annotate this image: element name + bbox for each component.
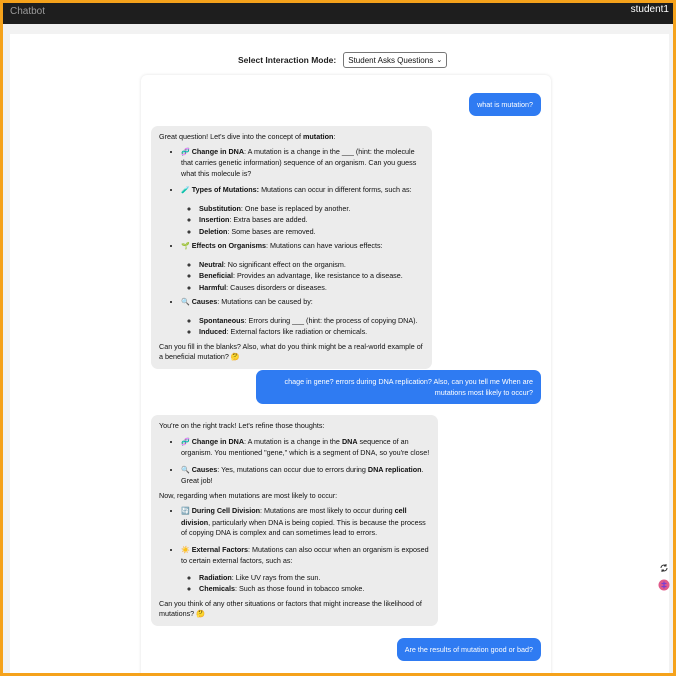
user-name[interactable]: student1 xyxy=(631,4,669,15)
sub-list: Substitution: One base is replaced by an… xyxy=(181,204,424,238)
list-item: Induced: External factors like radiation… xyxy=(199,327,424,338)
user-message-text: chage in gene? errors during DNA replica… xyxy=(284,377,533,397)
magnifier-icon: 🔍 xyxy=(181,299,190,306)
mode-select-value: Student Asks Questions xyxy=(348,55,434,65)
list-item: 🔍Causes: Yes, mutations can occur due to… xyxy=(181,465,430,487)
dna-icon: 🧬 xyxy=(181,438,190,446)
bot-message: Great question! Let's dive into the conc… xyxy=(151,126,432,369)
mode-label: Select Interaction Mode: xyxy=(238,55,337,65)
app-title: Chatbot xyxy=(10,6,46,17)
bot-message-intro: Great question! Let's dive into the conc… xyxy=(159,132,336,141)
sub-list: Spontaneous: Errors during ___ (hint: th… xyxy=(181,316,424,338)
list-item: Spontaneous: Errors during ___ (hint: th… xyxy=(199,316,424,327)
test-tube-icon: 🧪 xyxy=(181,187,190,194)
mode-select[interactable]: Student Asks Questions ⌄ xyxy=(343,52,448,68)
list-item: 🔄During Cell Division: Mutations are mos… xyxy=(181,506,430,539)
bot-list: 🧬Change in DNA: A mutation is a change i… xyxy=(159,437,430,487)
bot-message: You're on the right track! Let's refine … xyxy=(151,415,438,626)
list-item: 🌱Effects on Organisms: Mutations can hav… xyxy=(181,241,424,293)
list-item: 🧬Change in DNA: A mutation is a change i… xyxy=(181,147,424,180)
list-item: 🧪Types of Mutations: Mutations can occur… xyxy=(181,185,424,237)
chat-window[interactable]: what is mutation? Great question! Let's … xyxy=(141,75,551,673)
list-item: Beneficial: Provides an advantage, like … xyxy=(199,271,424,282)
bot-message-intro: You're on the right track! Let's refine … xyxy=(159,421,325,430)
list-item: ☀️External Factors: Mutations can also o… xyxy=(181,545,430,595)
top-bar: Chatbot student1 xyxy=(3,3,673,24)
brain-icon[interactable] xyxy=(658,579,670,591)
bot-message-outro: Can you think of any other situations or… xyxy=(159,598,422,619)
chevron-down-icon: ⌄ xyxy=(436,57,443,64)
bot-message-middle: Now, regarding when mutations are most l… xyxy=(159,490,338,500)
list-item: Radiation: Like UV rays from the sun. xyxy=(199,573,430,584)
magnifier-icon: 🔍 xyxy=(181,466,190,474)
refresh-ai-icon[interactable] xyxy=(658,563,670,575)
main-panel: Select Interaction Mode: Student Asks Qu… xyxy=(10,34,669,673)
sun-icon: ☀️ xyxy=(181,546,190,554)
sub-list: Neutral: No significant effect on the or… xyxy=(181,260,424,294)
user-message-text: Are the results of mutation good or bad? xyxy=(404,645,533,654)
user-message: Are the results of mutation good or bad? xyxy=(396,638,541,661)
list-item: Neutral: No significant effect on the or… xyxy=(199,260,424,271)
list-item: 🧬Change in DNA: A mutation is a change i… xyxy=(181,437,430,459)
user-message: chage in gene? errors during DNA replica… xyxy=(256,370,541,404)
bot-message-outro: Can you fill in the blanks? Also, what d… xyxy=(159,341,423,362)
list-item: Harmful: Causes disorders or diseases. xyxy=(199,283,424,294)
sub-list: Radiation: Like UV rays from the sun. Ch… xyxy=(181,573,430,595)
cycle-icon: 🔄 xyxy=(181,508,190,515)
dna-icon: 🧬 xyxy=(181,148,190,156)
list-item: Deletion: Some bases are removed. xyxy=(199,227,424,238)
list-item: Chemicals: Such as those found in tobacc… xyxy=(199,584,430,595)
seedling-icon: 🌱 xyxy=(181,243,190,250)
list-item: 🔍Causes: Mutations can be caused by: Spo… xyxy=(181,297,424,338)
bot-list: 🔄During Cell Division: Mutations are mos… xyxy=(159,506,430,595)
mode-selector-row: Select Interaction Mode: Student Asks Qu… xyxy=(238,52,448,68)
list-item: Insertion: Extra bases are added. xyxy=(199,215,424,226)
user-message: what is mutation? xyxy=(469,93,541,116)
list-item: Substitution: One base is replaced by an… xyxy=(199,204,424,215)
app-frame: Chatbot student1 Select Interaction Mode… xyxy=(0,0,676,676)
user-message-text: what is mutation? xyxy=(477,100,533,109)
bot-list: 🧬Change in DNA: A mutation is a change i… xyxy=(159,147,424,338)
